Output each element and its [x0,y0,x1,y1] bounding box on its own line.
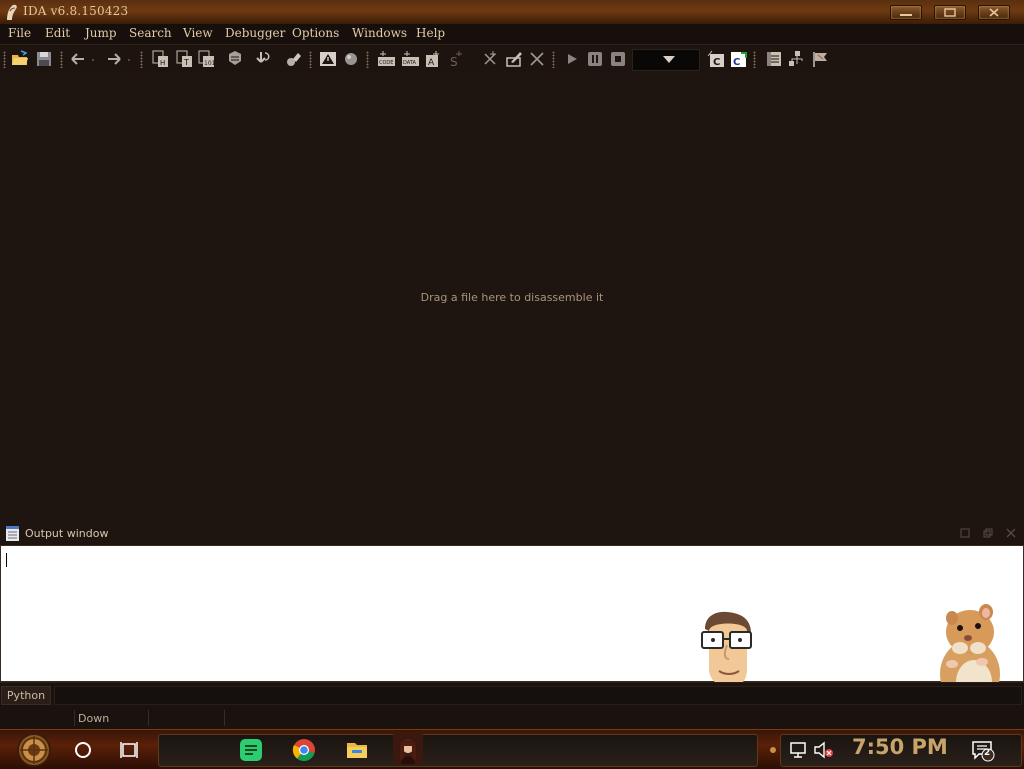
svg-text:101: 101 [204,60,215,67]
enum-icon[interactable] [481,50,499,68]
toolbar: H T 101 CODE DATA A S C C [0,45,1024,73]
status-divider [74,710,75,726]
toolbar-grip[interactable] [753,51,756,68]
flag-icon[interactable] [811,50,829,68]
svg-text:C: C [713,57,720,68]
notification-icon[interactable] [971,738,995,762]
network-icon[interactable] [788,738,812,762]
warning-icon[interactable] [319,50,337,68]
menu-windows[interactable]: Windows [352,26,407,40]
string-icon[interactable]: A [424,50,442,68]
status-text: Down [78,712,110,725]
list-icon[interactable] [765,50,783,68]
svg-text:T: T [183,58,189,67]
forward-icon[interactable] [105,50,123,68]
graph-icon[interactable] [788,50,806,68]
struct-icon[interactable]: S [447,50,465,68]
search-icon[interactable] [226,50,244,68]
sphere-icon[interactable] [342,50,360,68]
menu-bar: File Edit Jump Search View Debugger Opti… [0,24,1024,45]
svg-text:C: C [733,57,740,68]
back-dropdown-icon[interactable] [88,50,106,68]
menu-file[interactable]: File [8,26,31,40]
menu-help[interactable]: Help [416,26,445,40]
start-button[interactable] [12,732,56,768]
svg-text:CODE: CODE [379,60,393,66]
play-icon[interactable] [563,50,581,68]
data-icon[interactable]: DATA [401,50,419,68]
pane-restore-icon[interactable] [960,528,970,538]
binary-icon[interactable]: 101 [197,50,215,68]
output-window-icon [6,526,19,541]
toolbar-grip[interactable] [3,51,6,68]
notification-badge: 2 [984,748,991,758]
minimize-icon [900,14,912,16]
svg-text:H: H [160,59,165,67]
chrome-icon[interactable] [292,738,316,762]
drag-hint: Drag a file here to disassemble it [420,291,604,304]
svg-text:S: S [450,55,458,68]
spotify-icon[interactable] [239,738,263,762]
toolbar-grip[interactable] [366,51,369,68]
stop-icon[interactable] [609,50,627,68]
debugger-select[interactable] [632,49,700,71]
maximize-button[interactable] [934,5,966,20]
text-icon[interactable]: T [175,50,193,68]
chevron-down-icon [663,56,675,63]
menu-view[interactable]: View [183,26,213,40]
maximize-icon [944,8,956,17]
menu-edit[interactable]: Edit [45,26,70,40]
task-view-icon[interactable] [118,738,142,762]
python-command-input[interactable] [54,686,1022,705]
user-app-icon[interactable] [393,734,423,764]
disassembly-area[interactable]: Drag a file here to disassemble it [0,73,1024,525]
output-window-header: Output window [0,524,1024,544]
menu-jump[interactable]: Jump [85,26,117,40]
code-icon[interactable]: CODE [377,50,395,68]
hex-icon[interactable]: H [151,50,169,68]
ida-app-icon[interactable] [4,3,20,21]
window-title: IDA v6.8.150423 [23,4,129,18]
python-button[interactable]: Python [1,686,51,705]
c-icon[interactable]: C [707,50,725,68]
tray-overflow-icon[interactable] [768,738,778,762]
pane-float-icon[interactable] [983,528,993,538]
close-button[interactable] [978,5,1010,20]
status-divider [224,710,225,726]
output-text-area[interactable] [0,545,1024,682]
delete-icon[interactable] [528,50,546,68]
pane-close-icon[interactable] [1006,528,1016,538]
menu-debugger[interactable]: Debugger [225,26,285,40]
file-explorer-icon[interactable] [345,738,369,762]
pause-icon[interactable] [586,50,604,68]
title-bar: IDA v6.8.150423 [0,0,1024,25]
output-window-title: Output window [25,527,109,540]
minimize-button[interactable] [890,5,922,20]
close-icon [989,8,999,17]
cortana-icon[interactable] [71,738,95,762]
python-console-bar: Python [0,682,1024,707]
svg-text:A: A [428,58,435,68]
cplus-icon[interactable]: C [729,50,747,68]
toolbar-grip[interactable] [60,51,63,68]
jump-icon[interactable] [255,50,273,68]
volume-muted-icon[interactable] [812,738,836,762]
toolbar-grip[interactable] [552,51,555,68]
status-divider [148,710,149,726]
open-icon[interactable] [11,50,29,68]
status-bar: Down [0,707,1024,729]
binoculars-icon[interactable] [284,50,302,68]
text-caret [6,553,7,567]
save-icon[interactable] [35,50,53,68]
back-icon[interactable] [69,50,87,68]
toolbar-grip[interactable] [309,51,312,68]
svg-text:DATA: DATA [403,60,416,66]
menu-search[interactable]: Search [129,26,172,40]
taskbar-clock[interactable]: 7:50 PM [852,735,948,759]
edit-icon[interactable] [505,50,523,68]
toolbar-grip[interactable] [140,51,143,68]
menu-options[interactable]: Options [292,26,339,40]
